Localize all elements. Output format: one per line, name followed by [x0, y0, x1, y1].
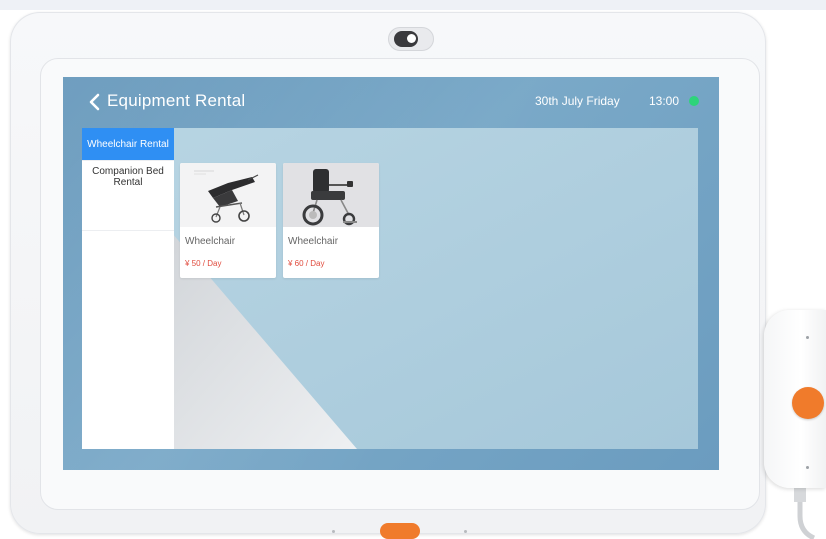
time-label: 13:00 [649, 94, 680, 108]
sidebar-item-wheelchair-rental[interactable]: Wheelchair Rental [82, 128, 174, 161]
product-card[interactable]: Wheelchair ¥ 50 / Day [180, 163, 276, 278]
remote-cable [794, 486, 816, 539]
product-card[interactable]: Wheelchair ¥ 60 / Day [283, 163, 379, 278]
home-hardware-button[interactable] [380, 523, 420, 539]
background-wall [0, 0, 826, 10]
bezel-dot [332, 530, 335, 533]
page-title: Equipment Rental [107, 91, 246, 110]
camera-icon [388, 27, 434, 51]
bezel-dot [464, 530, 467, 533]
category-sidebar: Wheelchair Rental Companion Bed Rental [82, 128, 174, 449]
wheelchair-image [180, 163, 276, 227]
call-button[interactable] [792, 387, 824, 419]
product-name: Wheelchair [288, 236, 339, 247]
content-panel: Wheelchair Rental Companion Bed Rental W… [82, 128, 698, 449]
top-bar: Equipment Rental 30th July Friday 13:00 [63, 77, 719, 127]
product-price: ¥ 50 / Day [185, 259, 222, 268]
remote-dot [806, 466, 809, 469]
product-price: ¥ 60 / Day [288, 259, 325, 268]
sidebar-item-companion-bed-rental[interactable]: Companion Bed Rental [82, 161, 174, 231]
product-name: Wheelchair [185, 236, 236, 247]
date-label: 30th July Friday [535, 94, 620, 108]
wheelchair-image [283, 163, 379, 227]
screen: Equipment Rental 30th July Friday 13:00 … [63, 77, 719, 470]
status-online-icon [689, 96, 699, 106]
remote-dot [806, 336, 809, 339]
background-graphic [82, 128, 698, 449]
back-chevron-icon[interactable] [85, 90, 105, 114]
